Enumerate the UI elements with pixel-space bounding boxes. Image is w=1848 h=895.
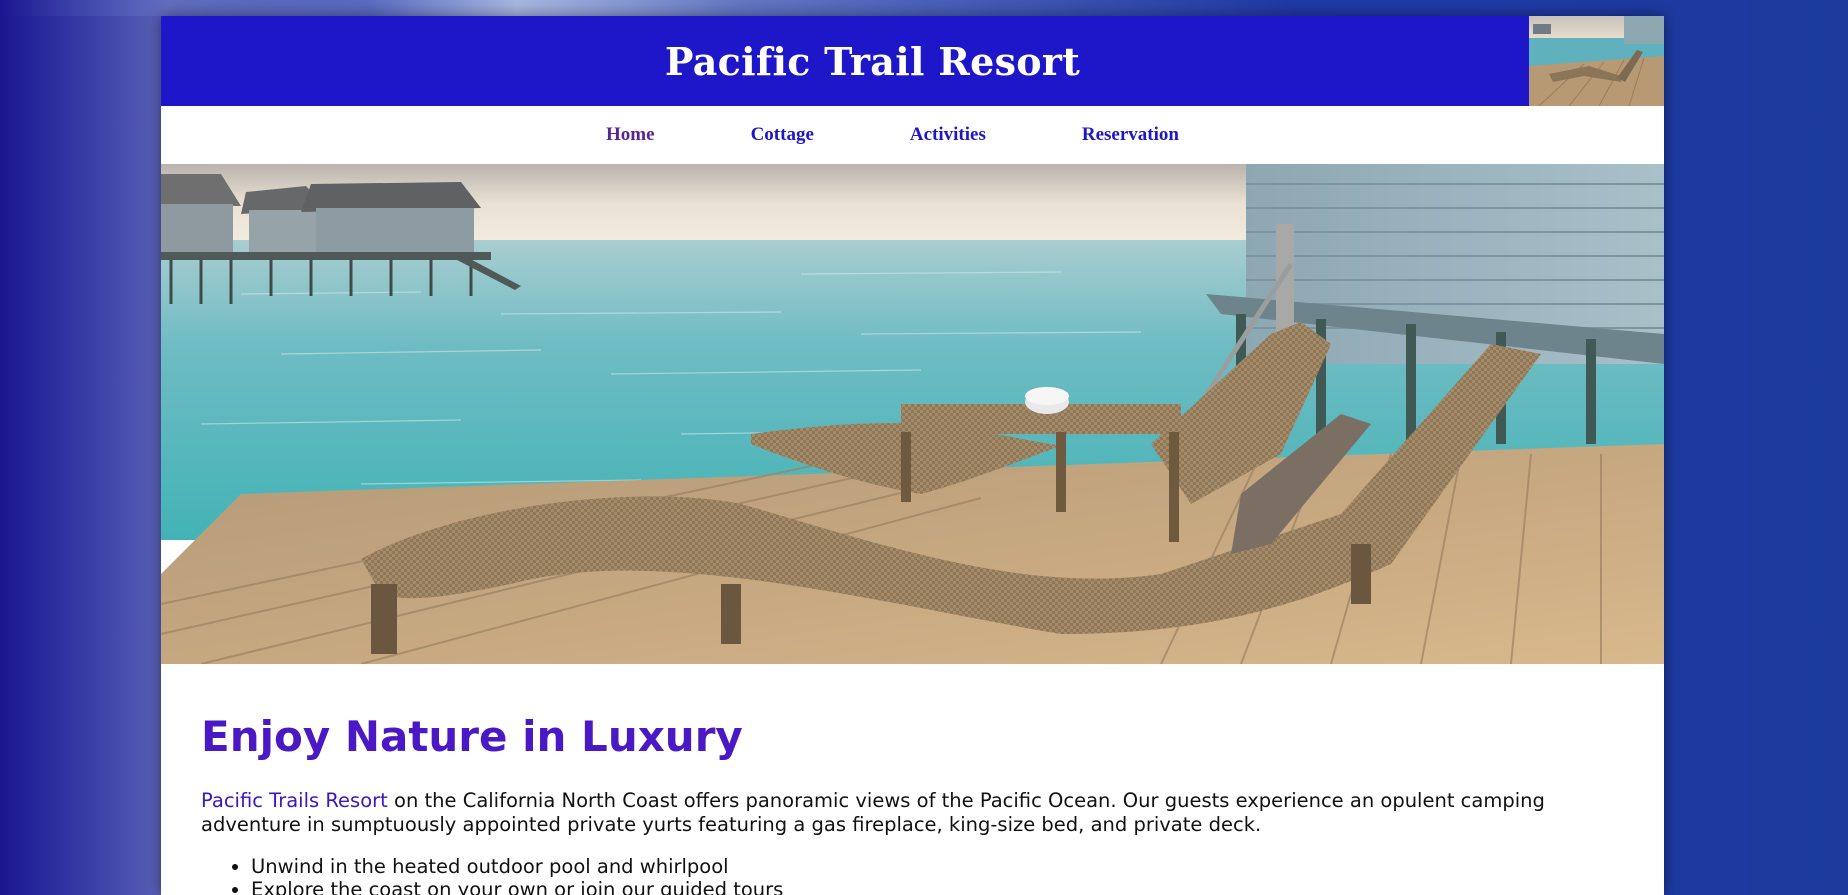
site-header: Pacific Trail Resort [161,16,1664,106]
list-item: Unwind in the heated outdoor pool and wh… [251,855,1624,878]
intro-paragraph: Pacific Trails Resort on the California … [201,789,1624,837]
list-item: Explore the coast on your own or join ou… [251,878,1624,895]
nav-link-activities[interactable]: Activities [910,124,986,146]
intro-text: on the California North Coast offers pan… [201,789,1545,836]
brand-name: Pacific Trails Resort [201,789,388,812]
feature-list: Unwind in the heated outdoor pool and wh… [201,855,1624,895]
site-title: Pacific Trail Resort [664,38,1081,84]
resort-logo-image [1529,16,1664,106]
main-heading: Enjoy Nature in Luxury [201,712,743,761]
hero-image [161,164,1664,664]
main-content: Enjoy Nature in Luxury Pacific Trails Re… [161,664,1664,895]
background-glow [0,0,1848,16]
nav-link-home[interactable]: Home [606,124,655,146]
page-wrapper: Pacific Trail Resort Home Cottage Activi… [161,16,1664,895]
nav-link-reservation[interactable]: Reservation [1082,124,1179,146]
nav-link-cottage[interactable]: Cottage [751,124,814,146]
main-nav: Home Cottage Activities Reservation [161,106,1664,164]
